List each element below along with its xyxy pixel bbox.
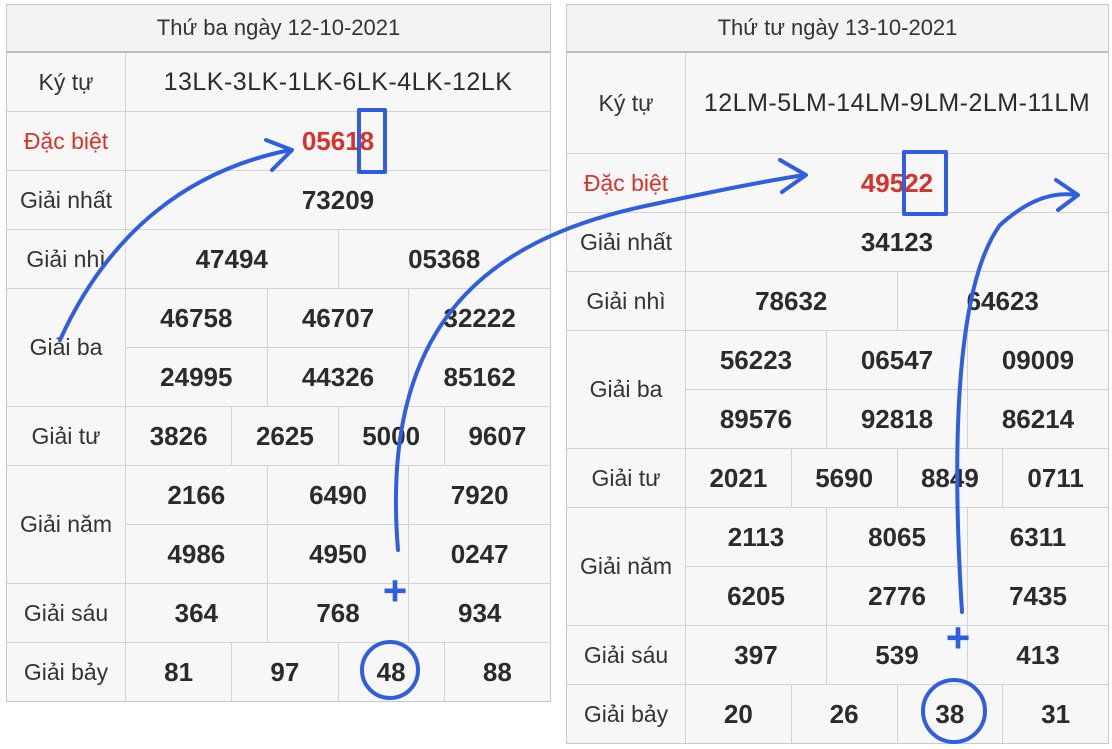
row-label: Giải ba xyxy=(7,289,126,406)
prize-number: 86214 xyxy=(967,390,1108,448)
row-giai-ba: Giải ba 56223 06547 09009 89576 92818 86… xyxy=(567,331,1108,449)
row-label: Giải năm xyxy=(567,508,686,625)
row-label: Giải nhất xyxy=(7,171,126,229)
row-label: Giải nhì xyxy=(7,230,126,288)
prize-number: 46758 xyxy=(126,289,267,347)
prize-number: 56223 xyxy=(686,331,826,389)
prize-number: 4986 xyxy=(126,525,267,583)
row-giai-nhat: Giải nhất 34123 xyxy=(567,213,1108,272)
prize-number: 38 xyxy=(896,685,1003,743)
row-label: Đặc biệt xyxy=(7,112,126,170)
prize-number: 44326 xyxy=(266,348,409,406)
prize-number: 2113 xyxy=(686,508,826,566)
row-ky-tu: Ký tự 13LK-3LK-1LK-6LK-4LK-12LK xyxy=(7,53,550,112)
prize-number: 49522 xyxy=(686,154,1108,212)
prize-number: 5690 xyxy=(790,449,897,507)
prize-number: 2776 xyxy=(826,567,967,625)
ky-tu-value: 12LM-5LM-14LM-9LM-2LM-11LM xyxy=(686,53,1108,153)
prize-number: 09009 xyxy=(967,331,1108,389)
row-label: Đặc biệt xyxy=(567,154,686,212)
prize-number: 05618 xyxy=(126,112,550,170)
prize-number: 2021 xyxy=(686,449,791,507)
prize-number: 73209 xyxy=(126,171,550,229)
prize-number: 05368 xyxy=(337,230,550,288)
prize-number: 20 xyxy=(686,685,791,743)
prize-number: 92818 xyxy=(826,390,967,448)
prize-number: 8849 xyxy=(896,449,1003,507)
prize-number: 97 xyxy=(231,643,338,701)
prize-number: 6490 xyxy=(266,466,409,524)
row-giai-bay: Giải bảy 20 26 38 31 xyxy=(567,685,1108,743)
row-label: Giải tư xyxy=(567,449,686,507)
prize-number: 81 xyxy=(126,643,232,701)
prize-number: 88 xyxy=(443,643,550,701)
left-table-title: Thứ ba ngày 12-10-2021 xyxy=(7,5,550,53)
right-result-table: Thứ tư ngày 13-10-2021 Ký tự 12LM-5LM-14… xyxy=(566,4,1109,744)
row-giai-bay: Giải bảy 81 97 48 88 xyxy=(7,643,550,701)
row-giai-nhat: Giải nhất 73209 xyxy=(7,171,550,230)
prize-number: 85162 xyxy=(408,348,551,406)
row-label: Giải bảy xyxy=(567,685,686,743)
prize-number: 06547 xyxy=(826,331,967,389)
prize-number: 768 xyxy=(266,584,409,642)
row-giai-nam: Giải năm 2166 6490 7920 4986 4950 0247 xyxy=(7,466,551,584)
right-table-title: Thứ tư ngày 13-10-2021 xyxy=(567,5,1108,53)
row-giai-sau: Giải sáu 397 539 413 xyxy=(567,626,1108,685)
prize-number: 34123 xyxy=(686,213,1108,271)
prize-number: 9607 xyxy=(443,407,550,465)
row-label: Giải ba xyxy=(567,331,686,448)
row-giai-nam: Giải năm 2113 8065 6311 6205 2776 7435 xyxy=(567,508,1108,626)
prize-number: 4950 xyxy=(266,525,409,583)
prize-number: 48 xyxy=(337,643,444,701)
row-label: Giải năm xyxy=(7,466,126,583)
row-label: Giải sáu xyxy=(567,626,686,684)
prize-number: 0711 xyxy=(1002,449,1108,507)
row-label: Ký tự xyxy=(567,53,686,153)
row-label: Giải bảy xyxy=(7,643,126,701)
prize-number: 5000 xyxy=(337,407,444,465)
prize-number: 364 xyxy=(126,584,267,642)
prize-number: 6205 xyxy=(686,567,826,625)
row-giai-tu: Giải tư 3826 2625 5000 9607 xyxy=(7,407,550,466)
prize-number: 934 xyxy=(408,584,551,642)
row-giai-sau: Giải sáu 364 768 934 xyxy=(7,584,551,643)
row-label: Ký tự xyxy=(7,53,126,111)
prize-number: 64623 xyxy=(896,272,1108,330)
prize-number: 46707 xyxy=(266,289,409,347)
prize-number: 7435 xyxy=(967,567,1108,625)
prize-number: 31 xyxy=(1002,685,1108,743)
prize-number: 2166 xyxy=(126,466,267,524)
row-dac-biet: Đặc biệt 49522 xyxy=(567,154,1108,213)
prize-number: 89576 xyxy=(686,390,826,448)
row-giai-nhi: Giải nhì 47494 05368 xyxy=(7,230,550,289)
prize-number: 7920 xyxy=(408,466,551,524)
ky-tu-value: 13LK-3LK-1LK-6LK-4LK-12LK xyxy=(126,53,550,111)
row-giai-tu: Giải tư 2021 5690 8849 0711 xyxy=(567,449,1108,508)
left-result-table: Thứ ba ngày 12-10-2021 Ký tự 13LK-3LK-1L… xyxy=(6,4,551,702)
row-giai-nhi: Giải nhì 78632 64623 xyxy=(567,272,1108,331)
prize-number: 6311 xyxy=(967,508,1108,566)
prize-number: 0247 xyxy=(408,525,551,583)
prize-number: 32222 xyxy=(408,289,551,347)
row-dac-biet: Đặc biệt 05618 xyxy=(7,112,550,171)
prize-number: 26 xyxy=(790,685,897,743)
row-label: Giải nhất xyxy=(567,213,686,271)
prize-number: 3826 xyxy=(126,407,232,465)
row-label: Giải sáu xyxy=(7,584,126,642)
row-ky-tu: Ký tự 12LM-5LM-14LM-9LM-2LM-11LM xyxy=(567,53,1108,154)
prize-number: 397 xyxy=(686,626,826,684)
prize-number: 47494 xyxy=(126,230,338,288)
prize-number: 24995 xyxy=(126,348,267,406)
prize-number: 539 xyxy=(826,626,967,684)
prize-number: 413 xyxy=(967,626,1108,684)
row-giai-ba: Giải ba 46758 46707 32222 24995 44326 85… xyxy=(7,289,551,407)
row-label: Giải tư xyxy=(7,407,126,465)
prize-number: 8065 xyxy=(826,508,967,566)
row-label: Giải nhì xyxy=(567,272,686,330)
prize-number: 2625 xyxy=(231,407,338,465)
prize-number: 78632 xyxy=(686,272,897,330)
